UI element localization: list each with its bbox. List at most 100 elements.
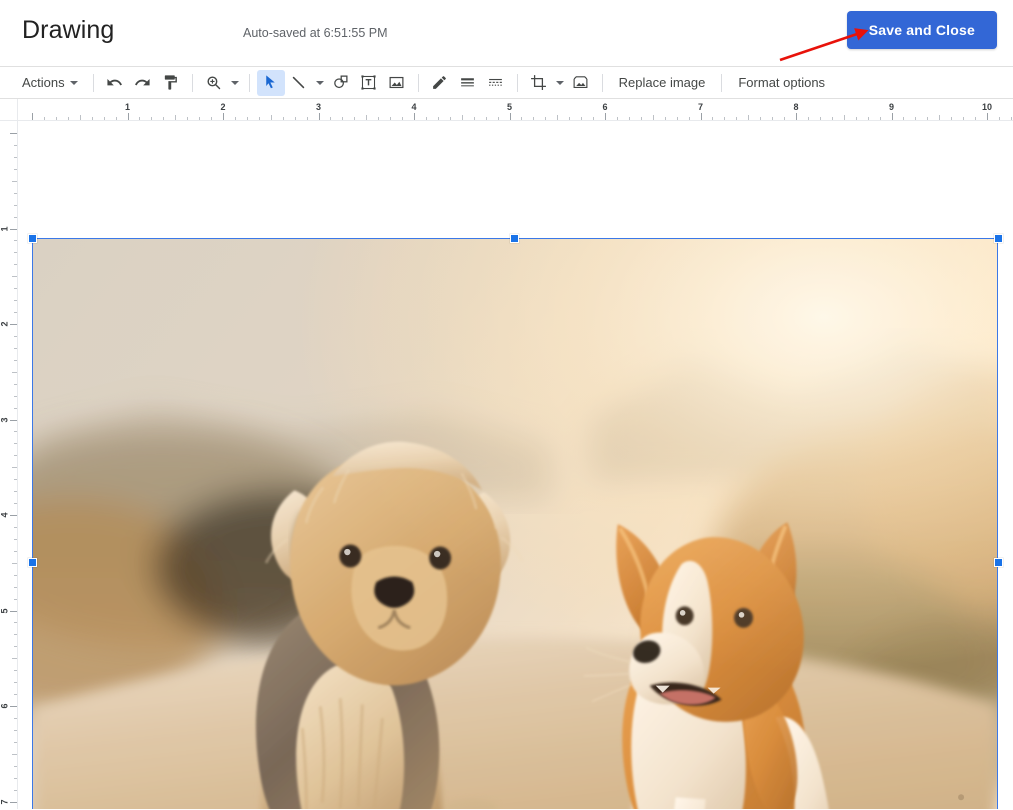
ruler-label: 7 [0,798,10,805]
ruler-tick [748,115,750,120]
border-color-icon[interactable] [426,70,454,96]
vertical-ruler[interactable]: 1 2 3 4 5 6 7 [0,121,18,809]
actions-menu-label: Actions [22,75,65,90]
ruler-tick [127,113,129,120]
format-options-button[interactable]: Format options [729,71,834,94]
paint-format-icon[interactable] [157,70,185,96]
ruler-tick [593,117,595,120]
ruler-tick [246,117,248,120]
toolbar-divider [516,73,518,92]
resize-handle-top-left[interactable] [27,233,37,243]
save-and-close-button[interactable]: Save and Close [846,11,997,49]
drawing-toolbar: Actions Replace image Format options [0,66,1013,99]
resize-handle-top-center[interactable] [509,233,519,243]
border-dash-icon[interactable] [482,70,510,96]
ruler-tick [14,144,17,146]
ruler-label: 10 [981,102,993,112]
ruler-tick [14,741,17,743]
ruler-tick [10,706,17,707]
ruler-tick [234,117,236,120]
ruler-tick [987,113,988,120]
ruler-tick [10,133,17,134]
ruler-tick [12,180,17,182]
ruler-tick [32,113,33,120]
ruler-tick [879,117,881,120]
ruler-tick [927,117,929,120]
ruler-tick [187,117,189,120]
ruler-tick [139,117,141,120]
line-dropdown-chevron-down-icon[interactable] [313,70,327,96]
ruler-tick [963,117,965,120]
ruler-tick [199,117,201,120]
shape-icon[interactable] [327,70,355,96]
ruler-tick [14,491,17,493]
zoom-dropdown-chevron-down-icon[interactable] [228,70,242,96]
ruler-tick [437,117,439,120]
ruler-tick [354,117,356,120]
ruler-tick [14,252,17,254]
ruler-tick [14,192,17,194]
ruler-label: 4 [411,102,417,112]
ruler-tick [14,335,17,337]
ruler-tick [14,694,17,696]
ruler-tick [10,610,17,612]
drawing-canvas[interactable] [19,122,1013,809]
ruler-label: 1 [0,225,10,232]
ruler-tick [581,117,583,120]
ruler-tick [14,300,17,302]
ruler-tick [14,395,17,397]
ruler-tick [12,276,17,278]
drawing-header: Drawing Auto-saved at 6:51:55 PM Save an… [0,0,1013,66]
crop-icon[interactable] [525,70,553,96]
ruler-corner [0,99,18,121]
ruler-label: 6 [0,703,10,709]
ruler-tick [14,634,17,636]
ruler-tick [67,117,69,120]
ruler-tick [998,117,1000,120]
ruler-tick [14,646,17,648]
crop-dropdown-chevron-down-icon[interactable] [553,70,567,96]
ruler-tick [55,117,57,120]
ruler-tick [14,586,17,588]
ruler-tick [14,550,17,552]
ruler-tick [14,204,17,206]
ruler-label: 5 [506,102,513,112]
ruler-tick [461,115,463,120]
actions-menu-button[interactable]: Actions [16,71,86,94]
replace-image-button[interactable]: Replace image [610,71,715,94]
ruler-tick [14,455,17,457]
border-weight-icon[interactable] [454,70,482,96]
ruler-tick [628,117,630,120]
redo-icon[interactable] [129,70,157,96]
select-cursor-icon[interactable] [256,69,285,96]
ruler-tick [115,117,117,120]
ruler-tick [724,117,726,120]
ruler-tick [843,115,845,120]
ruler-tick [10,515,17,516]
resize-handle-top-right[interactable] [993,233,1003,243]
zoom-icon[interactable] [200,70,228,96]
horizontal-ruler[interactable]: 1 2 3 4 5 6 7 8 9 10 [18,99,1013,121]
ruler-tick [14,503,17,505]
selected-image-object[interactable] [27,233,1003,809]
toolbar-divider [601,73,603,92]
ruler-tick [497,117,499,120]
image-icon[interactable] [383,70,411,96]
undo-icon[interactable] [101,70,129,96]
resize-handle-middle-left[interactable] [27,558,37,567]
ruler-tick [712,117,714,120]
resize-handle-middle-right[interactable] [993,558,1003,567]
ruler-tick [14,407,17,409]
text-box-icon[interactable] [355,70,383,96]
ruler-tick [43,117,45,120]
line-icon[interactable] [285,70,313,96]
ruler-tick [14,622,17,624]
mask-image-icon[interactable] [567,70,595,96]
ruler-label: 7 [697,102,704,112]
ruler-tick [390,117,392,120]
ruler-tick [569,117,571,120]
ruler-tick [151,117,153,120]
ruler-tick [772,117,774,120]
ruler-label: 9 [888,102,895,112]
ruler-tick [915,117,917,120]
